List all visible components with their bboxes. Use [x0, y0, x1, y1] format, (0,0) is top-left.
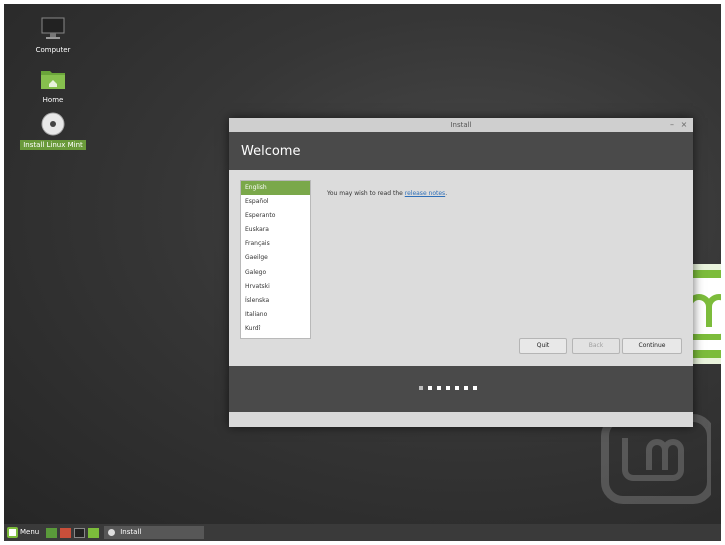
firefox-icon[interactable] — [60, 528, 71, 538]
taskbar-task-install[interactable]: Install — [104, 526, 204, 539]
language-item[interactable]: Euskara — [241, 223, 310, 237]
linux-mint-watermark — [601, 414, 711, 504]
language-item[interactable]: Gaeilge — [241, 251, 310, 265]
taskbar: Menu Install — [4, 524, 721, 541]
files-icon[interactable] — [88, 528, 99, 538]
minimize-icon[interactable]: – — [667, 118, 677, 132]
step-dot — [473, 386, 477, 390]
step-dot — [428, 386, 432, 390]
disc-icon — [39, 111, 67, 137]
desktop-icon-label: Home — [42, 96, 64, 104]
quit-button[interactable]: Quit — [519, 338, 567, 354]
release-notes-prefix: You may wish to read the — [327, 190, 405, 197]
desktop-icon-install-linux-mint[interactable]: Install Linux Mint — [18, 111, 88, 150]
disc-icon — [108, 528, 115, 536]
language-item[interactable]: Kurdî — [241, 322, 310, 336]
release-notes-link[interactable]: release notes — [405, 190, 445, 197]
window-titlebar[interactable]: Install – × — [229, 118, 693, 132]
release-notes-text: You may wish to read the release notes. — [327, 190, 447, 197]
desktop-icon-home[interactable]: Home — [18, 66, 88, 105]
desktop-icon-label: Computer — [35, 46, 71, 54]
step-dot — [464, 386, 468, 390]
progress-footer — [229, 366, 693, 412]
terminal-icon[interactable] — [74, 528, 85, 538]
language-item-english[interactable]: English — [241, 181, 310, 196]
language-item[interactable]: Français — [241, 237, 310, 251]
menu-button[interactable]: Menu — [20, 526, 39, 539]
language-item[interactable]: Hrvatski — [241, 280, 310, 294]
release-notes-suffix: . — [445, 190, 448, 197]
step-indicator — [419, 386, 477, 390]
language-item[interactable]: Italiano — [241, 308, 310, 322]
language-item[interactable]: Esperanto — [241, 209, 310, 223]
language-item[interactable]: Español — [241, 195, 310, 209]
step-dot — [446, 386, 450, 390]
close-icon[interactable]: × — [679, 118, 689, 132]
folder-icon — [39, 66, 67, 92]
step-dot — [455, 386, 459, 390]
language-item[interactable]: Galego — [241, 266, 310, 280]
show-desktop-icon[interactable] — [46, 528, 57, 538]
step-dot — [437, 386, 441, 390]
task-label: Install — [120, 528, 142, 536]
desktop-icon-label: Install Linux Mint — [20, 140, 86, 150]
desktop-icon-computer[interactable]: Computer — [18, 16, 88, 55]
continue-button[interactable]: Continue — [622, 338, 682, 354]
installer-window: Install – × Welcome English Español Espe… — [229, 118, 693, 427]
page-title: Welcome — [229, 132, 693, 170]
step-dot — [419, 386, 423, 390]
content-area: English Español Esperanto Euskara França… — [229, 170, 693, 366]
mint-menu-icon[interactable] — [7, 527, 18, 538]
back-button[interactable]: Back — [572, 338, 620, 354]
monitor-icon — [39, 16, 67, 42]
language-list[interactable]: English Español Esperanto Euskara França… — [240, 180, 311, 339]
language-item[interactable]: Íslenska — [241, 294, 310, 308]
window-title: Install — [450, 121, 472, 129]
